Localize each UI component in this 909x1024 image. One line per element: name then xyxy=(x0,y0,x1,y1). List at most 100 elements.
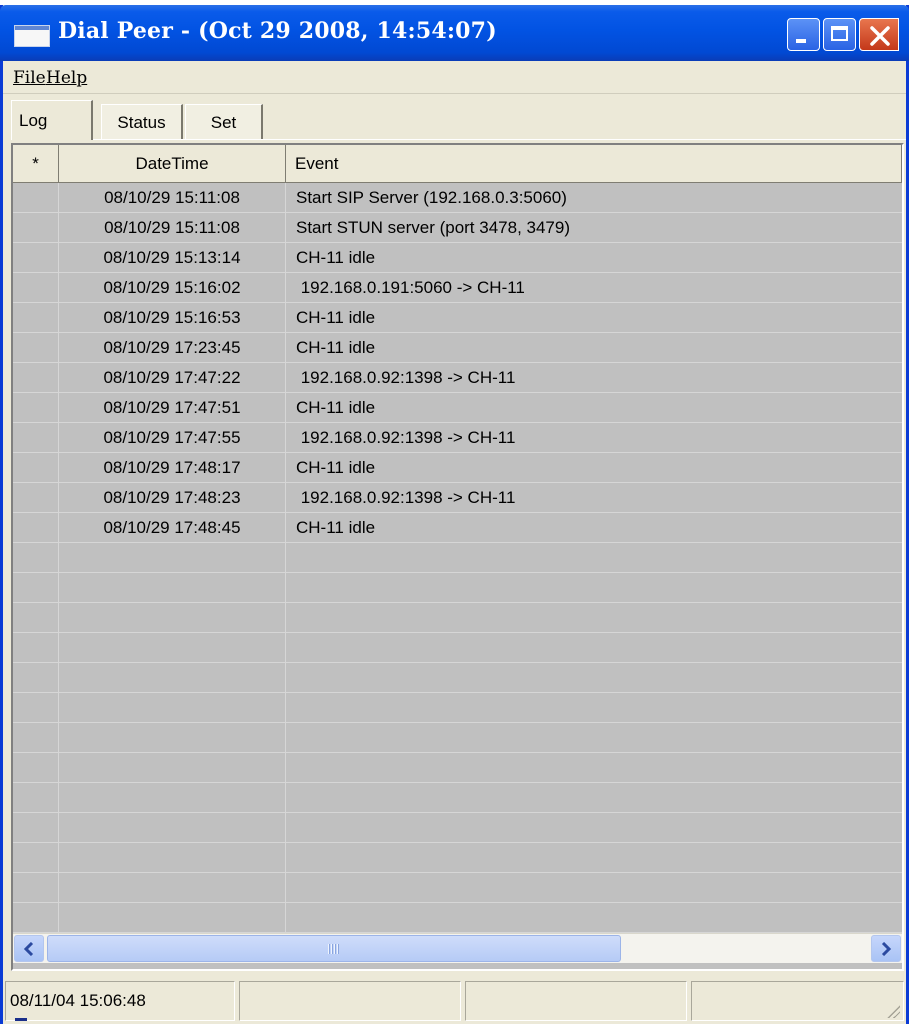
datetime-cell: 08/10/29 15:13:14 xyxy=(59,243,286,272)
table-row[interactable] xyxy=(13,693,902,723)
datetime-cell xyxy=(59,873,286,902)
row-marker-cell xyxy=(13,423,59,452)
table-row[interactable]: 08/10/29 17:47:51 CH-11 idle xyxy=(13,393,902,423)
table-row[interactable]: 08/10/29 17:47:22 192.168.0.92:1398 -> C… xyxy=(13,363,902,393)
event-cell xyxy=(286,903,902,932)
datetime-cell: 08/10/29 17:47:51 xyxy=(59,393,286,422)
scroll-grip-icon xyxy=(328,944,340,954)
table-row[interactable]: 08/10/29 15:16:53 CH-11 idle xyxy=(13,303,902,333)
table-row[interactable]: 08/10/29 17:48:45 CH-11 idle xyxy=(13,513,902,543)
table-row[interactable]: 08/10/29 17:48:23 192.168.0.92:1398 -> C… xyxy=(13,483,902,513)
event-cell: 192.168.0.191:5060 -> CH-11 xyxy=(296,278,525,297)
row-marker-cell xyxy=(13,723,59,752)
table-row[interactable] xyxy=(13,813,902,843)
datetime-cell: 08/10/29 17:48:17 xyxy=(59,453,286,482)
table-row[interactable] xyxy=(13,663,902,693)
tab-status[interactable]: Status xyxy=(101,104,183,140)
event-cell xyxy=(286,723,902,752)
window-title: Dial Peer - (Oct 29 2008, 14:54:07) xyxy=(58,18,497,44)
table-row[interactable] xyxy=(13,903,902,933)
table-row[interactable]: 08/10/29 15:16:02 192.168.0.191:5060 -> … xyxy=(13,273,902,303)
tab-log[interactable]: Log xyxy=(11,100,93,140)
datetime-cell xyxy=(59,573,286,602)
event-cell xyxy=(286,843,902,872)
table-row[interactable] xyxy=(13,603,902,633)
datetime-cell xyxy=(59,753,286,782)
table-row[interactable] xyxy=(13,723,902,753)
datetime-cell xyxy=(59,663,286,692)
event-cell xyxy=(286,783,902,812)
log-grid[interactable]: * DateTime Event 08/10/29 15:11:08 Start … xyxy=(11,143,904,971)
column-header-event-label: Event xyxy=(295,153,339,173)
menu-help-label: Help xyxy=(46,68,88,88)
datetime-cell xyxy=(59,723,286,752)
column-header-datetime[interactable]: DateTime xyxy=(59,145,286,183)
event-cell: CH-11 idle xyxy=(296,338,376,357)
table-row[interactable] xyxy=(13,843,902,873)
table-row[interactable]: 08/10/29 15:11:08 Start STUN server (port… xyxy=(13,213,902,243)
table-row[interactable]: 08/10/29 15:13:14 CH-11 idle xyxy=(13,243,902,273)
scroll-right-button[interactable] xyxy=(871,935,901,962)
tab-set[interactable]: Set xyxy=(185,104,263,140)
table-row[interactable] xyxy=(13,783,902,813)
horizontal-scrollbar[interactable] xyxy=(13,933,902,963)
row-marker-cell xyxy=(13,453,59,482)
datetime-cell: 08/10/29 15:16:02 xyxy=(59,273,286,302)
event-cell: 192.168.0.92:1398 -> CH-11 xyxy=(296,428,516,447)
minimize-button[interactable] xyxy=(787,18,820,51)
row-marker-cell xyxy=(13,903,59,932)
log-rows: 08/10/29 15:11:08 Start SIP Server (192.1… xyxy=(13,183,902,933)
close-icon xyxy=(870,26,890,46)
event-cell xyxy=(286,663,902,692)
row-marker-cell xyxy=(13,603,59,632)
row-marker-cell xyxy=(13,303,59,332)
chevron-left-icon xyxy=(23,942,34,956)
row-marker-cell xyxy=(13,873,59,902)
maximize-button[interactable] xyxy=(823,18,856,51)
table-row[interactable] xyxy=(13,873,902,903)
scroll-left-button[interactable] xyxy=(14,935,44,962)
table-row[interactable] xyxy=(13,543,902,573)
datetime-cell xyxy=(59,693,286,722)
event-cell xyxy=(286,873,902,902)
event-cell: CH-11 idle xyxy=(296,458,376,477)
status-bar: 08/11/04 15:06:48 xyxy=(3,977,906,1024)
table-row[interactable]: 08/10/29 17:23:45 CH-11 idle xyxy=(13,333,902,363)
event-cell xyxy=(286,603,902,632)
resize-grip-icon[interactable] xyxy=(886,1004,900,1018)
event-cell xyxy=(286,813,902,842)
datetime-cell xyxy=(59,603,286,632)
row-marker-cell xyxy=(13,363,59,392)
row-marker-cell xyxy=(13,213,59,242)
app-window-icon xyxy=(14,25,50,47)
table-row[interactable]: 08/10/29 15:11:08 Start SIP Server (192.1… xyxy=(13,183,902,213)
row-marker-cell xyxy=(13,843,59,872)
event-cell xyxy=(286,753,902,782)
menu-file[interactable]: File xyxy=(13,68,46,88)
menu-bar: File Help xyxy=(3,61,906,94)
menu-help[interactable]: Help xyxy=(46,68,87,88)
event-cell xyxy=(286,543,902,572)
column-header-event[interactable]: Event xyxy=(286,145,902,183)
row-marker-cell xyxy=(13,183,59,212)
column-header-star[interactable]: * xyxy=(13,145,59,183)
datetime-cell xyxy=(59,783,286,812)
table-row[interactable]: 08/10/29 17:48:17 CH-11 idle xyxy=(13,453,902,483)
table-row[interactable]: 08/10/29 17:47:55 192.168.0.92:1398 -> C… xyxy=(13,423,902,453)
tab-set-label: Set xyxy=(210,112,237,132)
row-marker-cell xyxy=(13,333,59,362)
title-bar[interactable]: Dial Peer - (Oct 29 2008, 14:54:07) xyxy=(0,5,909,61)
table-row[interactable] xyxy=(13,753,902,783)
row-marker-cell xyxy=(13,753,59,782)
event-cell xyxy=(286,693,902,722)
row-marker-cell xyxy=(13,633,59,662)
event-cell xyxy=(286,633,902,662)
event-cell: 192.168.0.92:1398 -> CH-11 xyxy=(296,488,516,507)
datetime-cell: 08/10/29 17:48:45 xyxy=(59,513,286,542)
table-row[interactable] xyxy=(13,633,902,663)
scroll-thumb[interactable] xyxy=(47,935,621,962)
table-row[interactable] xyxy=(13,573,902,603)
event-cell: CH-11 idle xyxy=(296,398,376,417)
close-button[interactable] xyxy=(859,18,899,51)
datetime-cell: 08/10/29 15:11:08 xyxy=(59,183,286,212)
